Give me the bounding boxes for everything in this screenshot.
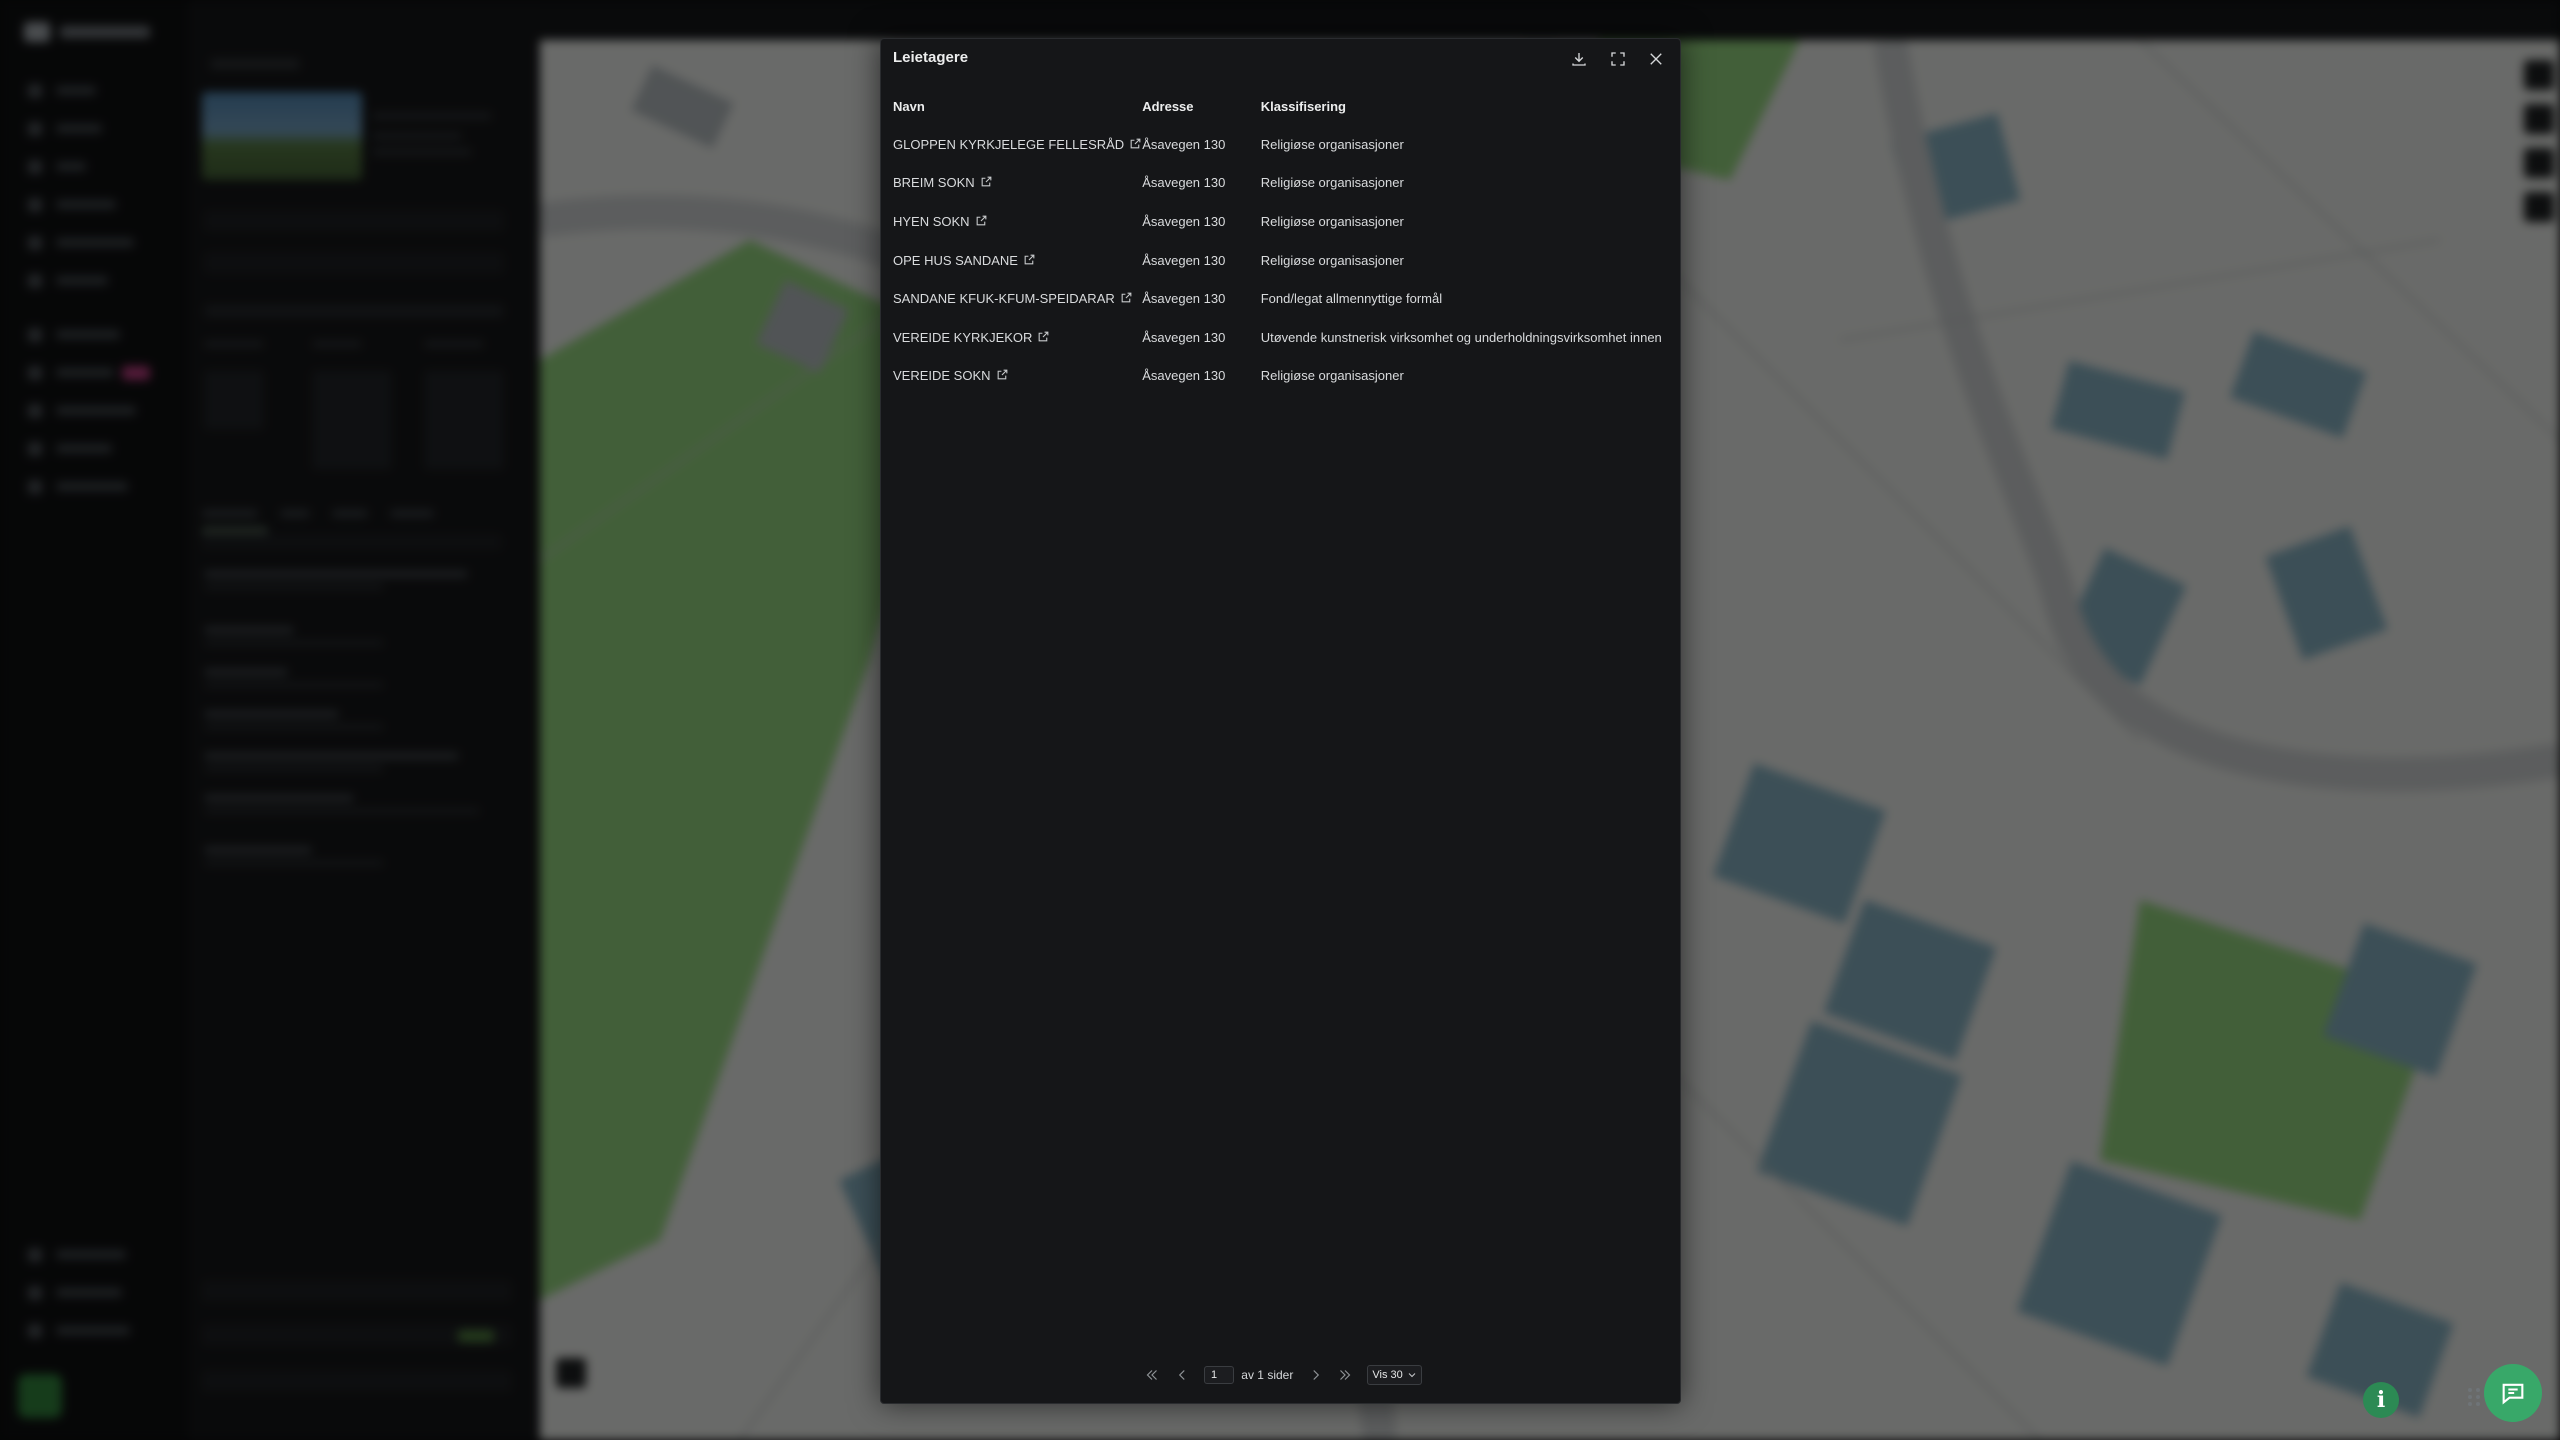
table-row: VEREIDE SOKN Åsavegen 130 Religiøse organi… — [881, 357, 1680, 396]
column-header-address[interactable]: Adresse — [1142, 87, 1261, 125]
download-button[interactable] — [1565, 47, 1593, 71]
chevron-left-icon — [1178, 1370, 1185, 1380]
external-link-icon — [976, 215, 986, 226]
download-icon — [1572, 53, 1586, 66]
address-cell: Åsavegen 130 — [1142, 368, 1226, 384]
tenants-table-container: Navn Adresse Klassifisering GLOPPEN KYRK… — [881, 87, 1680, 1342]
double-chevron-left-icon — [1146, 1370, 1158, 1380]
tenant-name-cell[interactable]: OPE HUS SANDANE — [881, 241, 1142, 280]
modal-title: Leietagere — [893, 49, 969, 66]
tenant-name-cell[interactable]: GLOPPEN KYRKJELEGE FELLESRÅD — [881, 125, 1142, 164]
expand-icon — [1610, 52, 1625, 66]
external-link-icon — [981, 177, 991, 187]
fullscreen-button[interactable] — [1604, 47, 1632, 71]
address-cell: Åsavegen 130 — [1142, 252, 1226, 268]
tenant-name-link[interactable]: HYEN SOKN — [893, 214, 970, 229]
column-header-classification[interactable]: Klassifisering — [1261, 87, 1680, 125]
table-row: HYEN SOKN Åsavegen 130 Religiøse organisas… — [881, 202, 1680, 241]
external-link-icon — [1121, 292, 1132, 303]
tenant-name-link[interactable]: GLOPPEN KYRKJELEGE FELLESRÅD — [893, 137, 1124, 152]
page-size-select[interactable]: Vis 30 — [1367, 1365, 1422, 1385]
table-row: GLOPPEN KYRKJELEGE FELLESRÅD Åsavegen 130… — [881, 125, 1680, 164]
modal-actions — [1559, 47, 1670, 71]
close-icon — [1650, 53, 1662, 65]
classification-cell: Fond/legat allmennyttige formål — [1260, 291, 1443, 307]
address-cell: Åsavegen 130 — [1142, 213, 1226, 229]
chat-icon — [2502, 1383, 2524, 1405]
external-link-icon — [1024, 254, 1035, 264]
chevron-down-icon — [1408, 1373, 1416, 1378]
tenant-name-cell[interactable]: VEREIDE KYRKJEKOR — [881, 318, 1142, 357]
classification-cell: Religiøse organisasjoner — [1260, 175, 1404, 191]
chevron-right-icon — [1312, 1370, 1319, 1380]
classification-cell: Religiøse organisasjoner — [1260, 136, 1404, 152]
tenant-name-link[interactable]: OPE HUS SANDANE — [893, 253, 1018, 268]
next-page-button[interactable] — [1307, 1366, 1325, 1384]
external-link-icon — [1039, 331, 1049, 342]
address-cell: Åsavegen 130 — [1142, 175, 1226, 191]
external-link-icon — [1130, 138, 1141, 149]
tenant-name-link[interactable]: BREIM SOKN — [893, 175, 975, 190]
page-count-text: av 1 sider — [1241, 1368, 1294, 1382]
column-header-name[interactable]: Navn — [881, 87, 1142, 125]
pagination: av 1 sider Vis 30 — [881, 1365, 1680, 1389]
tenant-name-cell[interactable]: BREIM SOKN — [881, 164, 1142, 203]
address-cell: Åsavegen 130 — [1142, 329, 1226, 345]
page-number-input[interactable] — [1203, 1366, 1234, 1384]
tenants-modal: Leietagere Navn Adresse Klassifisering G… — [880, 38, 1681, 1404]
tenant-name-cell[interactable]: VEREIDE SOKN — [881, 357, 1142, 396]
tenant-name-cell[interactable]: HYEN SOKN — [881, 202, 1142, 241]
tenant-name-link[interactable]: SANDANE KFUK-KFUM-SPEIDARAR — [893, 291, 1115, 306]
address-cell: Åsavegen 130 — [1142, 136, 1226, 152]
drag-handle-icon[interactable] — [2466, 1386, 2482, 1408]
chat-button[interactable] — [2484, 1364, 2542, 1422]
first-page-button[interactable] — [1143, 1366, 1161, 1384]
page-size-value: Vis 30 — [1372, 1369, 1403, 1381]
close-button[interactable] — [1642, 47, 1670, 71]
external-link-icon — [997, 369, 1007, 380]
table-row: SANDANE KFUK-KFUM-SPEIDARAR Åsavegen 130 F… — [881, 279, 1680, 318]
double-chevron-right-icon — [1340, 1370, 1351, 1380]
table-header-row: Navn Adresse Klassifisering — [881, 87, 1680, 125]
classification-cell: Religiøse organisasjoner — [1260, 213, 1404, 229]
classification-cell: Religiøse organisasjoner — [1260, 252, 1404, 268]
tenant-name-cell[interactable]: SANDANE KFUK-KFUM-SPEIDARAR — [881, 279, 1142, 318]
table-row: OPE HUS SANDANE Åsavegen 130 Religiøse org… — [881, 241, 1680, 280]
tenant-name-link[interactable]: VEREIDE KYRKJEKOR — [893, 330, 1032, 345]
classification-cell: Utøvende kunstnerisk virksomhet og under… — [1260, 329, 1662, 345]
info-button[interactable]: i — [2363, 1382, 2399, 1418]
address-cell: Åsavegen 130 — [1142, 291, 1226, 307]
tenant-name-link[interactable]: VEREIDE SOKN — [893, 368, 991, 383]
tenants-table: Navn Adresse Klassifisering GLOPPEN KYRK… — [881, 87, 1680, 395]
table-row: VEREIDE KYRKJEKOR Åsavegen 130 Utøvende ku… — [881, 318, 1680, 357]
last-page-button[interactable] — [1336, 1366, 1354, 1384]
table-row: BREIM SOKN Åsavegen 130 Religiøse organisa… — [881, 164, 1680, 203]
classification-cell: Religiøse organisasjoner — [1260, 368, 1404, 384]
previous-page-button[interactable] — [1173, 1366, 1191, 1384]
